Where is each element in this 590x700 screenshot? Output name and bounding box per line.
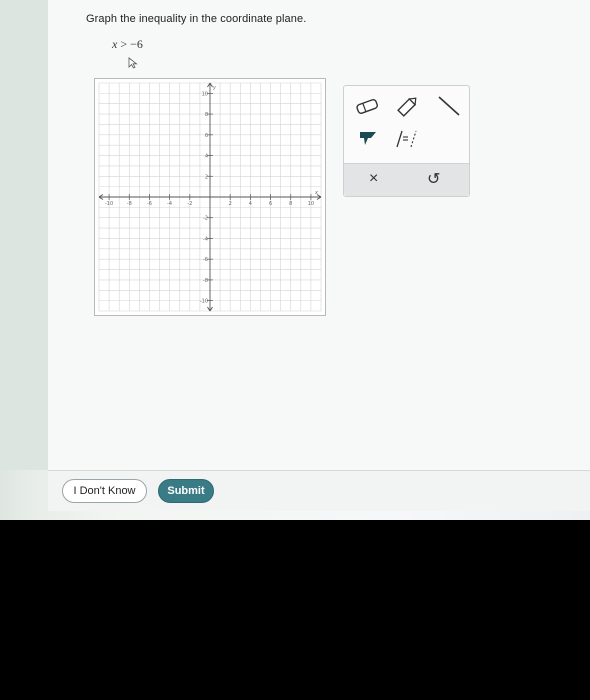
x-tick-label: -6	[147, 201, 152, 207]
y-tick-label: 10	[202, 91, 208, 97]
mouse-cursor-icon	[128, 57, 138, 69]
inequality-icon[interactable]	[394, 128, 422, 150]
y-tick-label: 2	[205, 174, 208, 180]
dont-know-button[interactable]: I Don't Know	[62, 479, 147, 503]
x-tick-label: 2	[229, 201, 232, 207]
screen: Graph the inequality in the coordinate p…	[0, 0, 590, 520]
x-tick-label: 8	[289, 201, 292, 207]
inequality-operator: >	[120, 37, 128, 51]
left-margin-strip	[0, 0, 48, 470]
graphing-toolbox: × ↺	[343, 85, 470, 197]
x-tick-label: -10	[105, 201, 113, 207]
eraser-icon[interactable]	[355, 98, 379, 114]
submit-button[interactable]: Submit	[158, 479, 214, 503]
y-tick-label: 4	[205, 154, 208, 160]
x-tick-label: 4	[249, 201, 252, 207]
y-tick-label: -2	[203, 216, 208, 222]
y-tick-label: -10	[200, 299, 208, 305]
y-tick-label: -6	[203, 257, 208, 263]
y-axis-label: y	[212, 85, 217, 91]
coordinate-plane[interactable]: -10 -8 -6 -4 -2 2 4 6 8 10 10 8 6 4 2 -2 -4 -6 -8 -10 x y	[94, 78, 326, 316]
y-tick-label: 8	[205, 112, 208, 118]
fill-icon[interactable]	[357, 128, 379, 148]
inequality-expression: x > −6	[112, 37, 143, 52]
question-prompt: Graph the inequality in the coordinate p…	[86, 13, 307, 25]
x-tick-label: 10	[308, 201, 314, 207]
coordinate-grid[interactable]: -10 -8 -6 -4 -2 2 4 6 8 10 10 8 6 4 2 -2 -4 -6 -8 -10 x y	[95, 79, 325, 315]
x-tick-label: 6	[269, 201, 272, 207]
undo-icon[interactable]: ↺	[427, 169, 440, 188]
x-tick-label: -4	[167, 201, 172, 207]
clear-icon[interactable]: ×	[369, 170, 378, 188]
inequality-value: −6	[130, 37, 143, 51]
inequality-variable: x	[112, 37, 118, 51]
toolbox-action-row: × ↺	[344, 163, 469, 196]
y-tick-label: -4	[203, 236, 208, 242]
pencil-icon[interactable]	[396, 95, 420, 117]
line-icon[interactable]	[436, 94, 462, 118]
y-tick-label: 6	[205, 133, 208, 139]
x-axis-label: x	[314, 190, 318, 196]
x-tick-label: -8	[127, 201, 132, 207]
y-tick-label: -8	[203, 278, 208, 284]
x-tick-label: -2	[187, 201, 192, 207]
